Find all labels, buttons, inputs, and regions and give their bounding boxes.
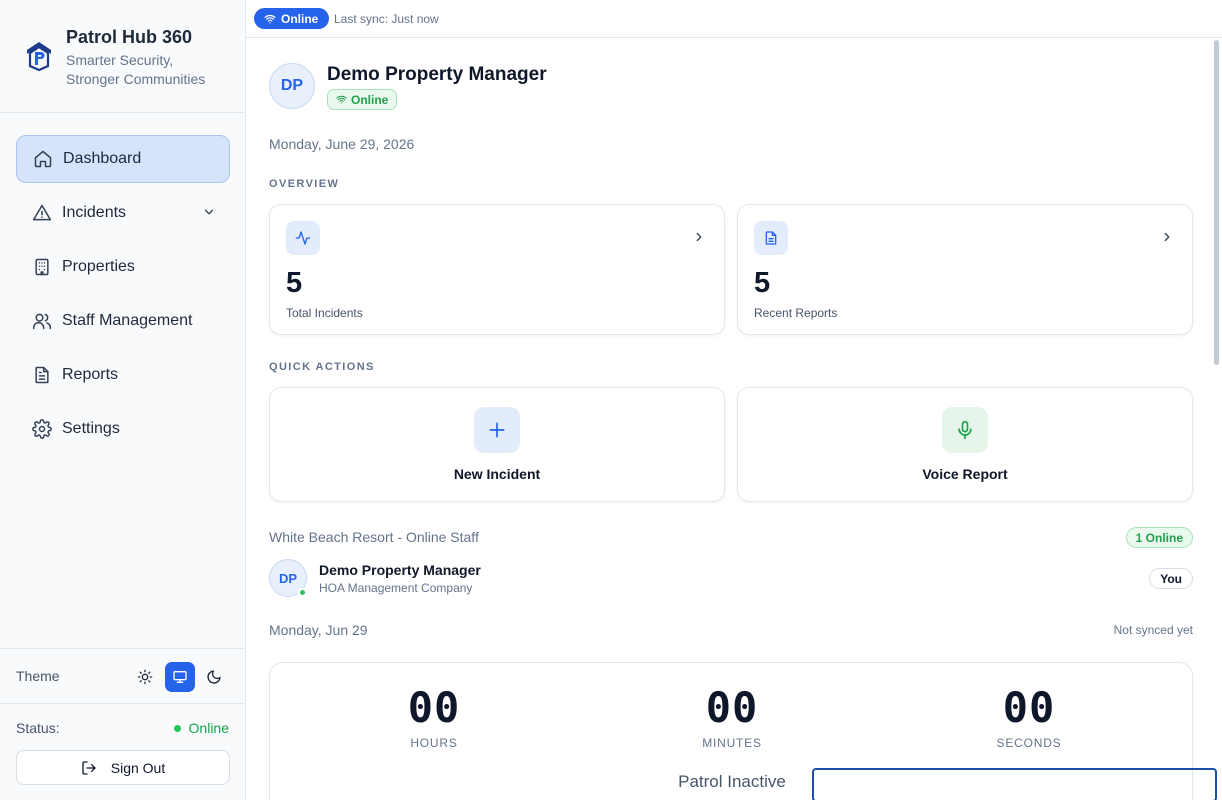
sidebar-item-label: Incidents bbox=[62, 204, 127, 221]
dashboard-main: DP Demo Property Manager Online Monday, … bbox=[246, 38, 1222, 800]
sidebar-nav: Dashboard Incidents Properties Staff Man… bbox=[16, 135, 230, 459]
staff-member-name: Demo Property Manager bbox=[319, 562, 481, 578]
total-incidents-label: Total Incidents bbox=[286, 306, 363, 320]
gear-icon bbox=[32, 419, 52, 439]
status-value: Online bbox=[188, 720, 229, 736]
sidebar: Patrol Hub 360 Smarter Security, Stronge… bbox=[0, 0, 246, 800]
connection-status-label: Online bbox=[281, 11, 319, 26]
theme-light-button[interactable] bbox=[130, 662, 160, 692]
brand-header: Patrol Hub 360 Smarter Security, Stronge… bbox=[0, 0, 245, 113]
chevron-right-icon bbox=[696, 232, 702, 242]
sign-out-label: Sign Out bbox=[110, 759, 166, 776]
new-incident-label: New Incident bbox=[453, 466, 541, 482]
user-status-badge: Online bbox=[327, 89, 398, 110]
avatar: DP bbox=[269, 63, 315, 109]
sidebar-item-reports[interactable]: Reports bbox=[16, 351, 230, 399]
current-date: Monday, June 29, 2026 bbox=[269, 136, 415, 152]
patrol-sync-status: Not synced yet bbox=[1113, 623, 1193, 637]
moon-icon bbox=[207, 670, 221, 684]
minutes-label: MINUTES bbox=[702, 736, 762, 750]
file-text-icon bbox=[754, 221, 788, 255]
hours-label: HOURS bbox=[410, 736, 458, 750]
focused-control-outline[interactable] bbox=[812, 768, 1217, 800]
timer-minutes: 00 MINUTES bbox=[652, 683, 812, 750]
connection-status-badge: Online bbox=[254, 8, 330, 29]
sun-icon bbox=[137, 669, 153, 685]
staff-member-company: HOA Management Company bbox=[319, 581, 473, 595]
user-name: Demo Property Manager bbox=[327, 64, 547, 85]
sidebar-item-settings[interactable]: Settings bbox=[16, 405, 230, 453]
new-incident-button[interactable]: New Incident bbox=[269, 387, 725, 502]
sign-out-button[interactable]: Sign Out bbox=[16, 750, 230, 785]
recent-reports-label: Recent Reports bbox=[754, 306, 838, 320]
sidebar-item-staff-management[interactable]: Staff Management bbox=[16, 297, 230, 345]
microphone-icon bbox=[942, 407, 988, 453]
seconds-value: 00 bbox=[1002, 683, 1056, 732]
timer-hours: 00 HOURS bbox=[354, 683, 514, 750]
hours-value: 00 bbox=[407, 683, 461, 732]
sidebar-item-incidents[interactable]: Incidents bbox=[16, 189, 230, 237]
sidebar-item-dashboard[interactable]: Dashboard bbox=[16, 135, 230, 183]
theme-dark-button[interactable] bbox=[199, 662, 229, 692]
patrol-hub-logo-icon bbox=[27, 42, 51, 72]
home-icon bbox=[33, 149, 53, 169]
sidebar-item-label: Settings bbox=[62, 420, 120, 437]
sidebar-item-properties[interactable]: Properties bbox=[16, 243, 230, 291]
quick-actions-heading: QUICK ACTIONS bbox=[269, 361, 375, 373]
app-title: Patrol Hub 360 bbox=[66, 27, 193, 47]
plus-icon bbox=[474, 407, 520, 453]
theme-switcher: Theme bbox=[0, 648, 245, 704]
wifi-icon bbox=[336, 95, 347, 104]
online-dot-icon bbox=[298, 588, 307, 597]
total-incidents-value: 5 bbox=[286, 267, 303, 299]
total-incidents-card[interactable]: 5 Total Incidents bbox=[269, 204, 725, 335]
file-text-icon bbox=[32, 365, 52, 385]
seconds-label: SECONDS bbox=[996, 736, 1062, 750]
activity-icon bbox=[286, 221, 320, 255]
monitor-icon bbox=[173, 671, 187, 683]
theme-label: Theme bbox=[16, 668, 60, 684]
overview-heading: OVERVIEW bbox=[269, 178, 340, 190]
you-badge: You bbox=[1149, 568, 1193, 589]
chevron-down-icon[interactable] bbox=[202, 205, 216, 219]
theme-system-button[interactable] bbox=[165, 662, 195, 692]
sidebar-item-label: Reports bbox=[62, 366, 119, 383]
online-staff-heading: White Beach Resort - Online Staff bbox=[269, 529, 479, 545]
online-count-badge: 1 Online bbox=[1125, 527, 1193, 548]
wifi-icon bbox=[264, 14, 276, 23]
status-indicator: Online bbox=[173, 720, 229, 736]
sidebar-item-label: Properties bbox=[62, 258, 135, 275]
last-sync-text: Last sync: Just now bbox=[334, 12, 439, 26]
app-tagline: Smarter Security, Stronger Communities bbox=[66, 52, 206, 87]
sidebar-item-label: Staff Management bbox=[62, 312, 193, 329]
online-dot-icon bbox=[173, 724, 181, 732]
voice-report-button[interactable]: Voice Report bbox=[737, 387, 1193, 502]
building-icon bbox=[32, 257, 52, 277]
log-out-icon bbox=[82, 760, 96, 775]
recent-reports-card[interactable]: 5 Recent Reports bbox=[737, 204, 1193, 335]
alert-triangle-icon bbox=[32, 203, 52, 223]
patrol-date: Monday, Jun 29 bbox=[269, 622, 368, 638]
scrollbar[interactable] bbox=[1214, 40, 1219, 365]
chevron-right-icon bbox=[1164, 232, 1170, 242]
user-status-label: Online bbox=[351, 92, 389, 107]
sidebar-item-label: Dashboard bbox=[63, 150, 142, 167]
status-label: Status: bbox=[16, 720, 60, 736]
minutes-value: 00 bbox=[705, 683, 759, 732]
top-status-bar: Online Last sync: Just now bbox=[246, 0, 1222, 38]
voice-report-label: Voice Report bbox=[922, 466, 1008, 482]
recent-reports-value: 5 bbox=[754, 267, 771, 299]
timer-seconds: 00 SECONDS bbox=[949, 683, 1109, 750]
users-icon bbox=[32, 311, 52, 331]
